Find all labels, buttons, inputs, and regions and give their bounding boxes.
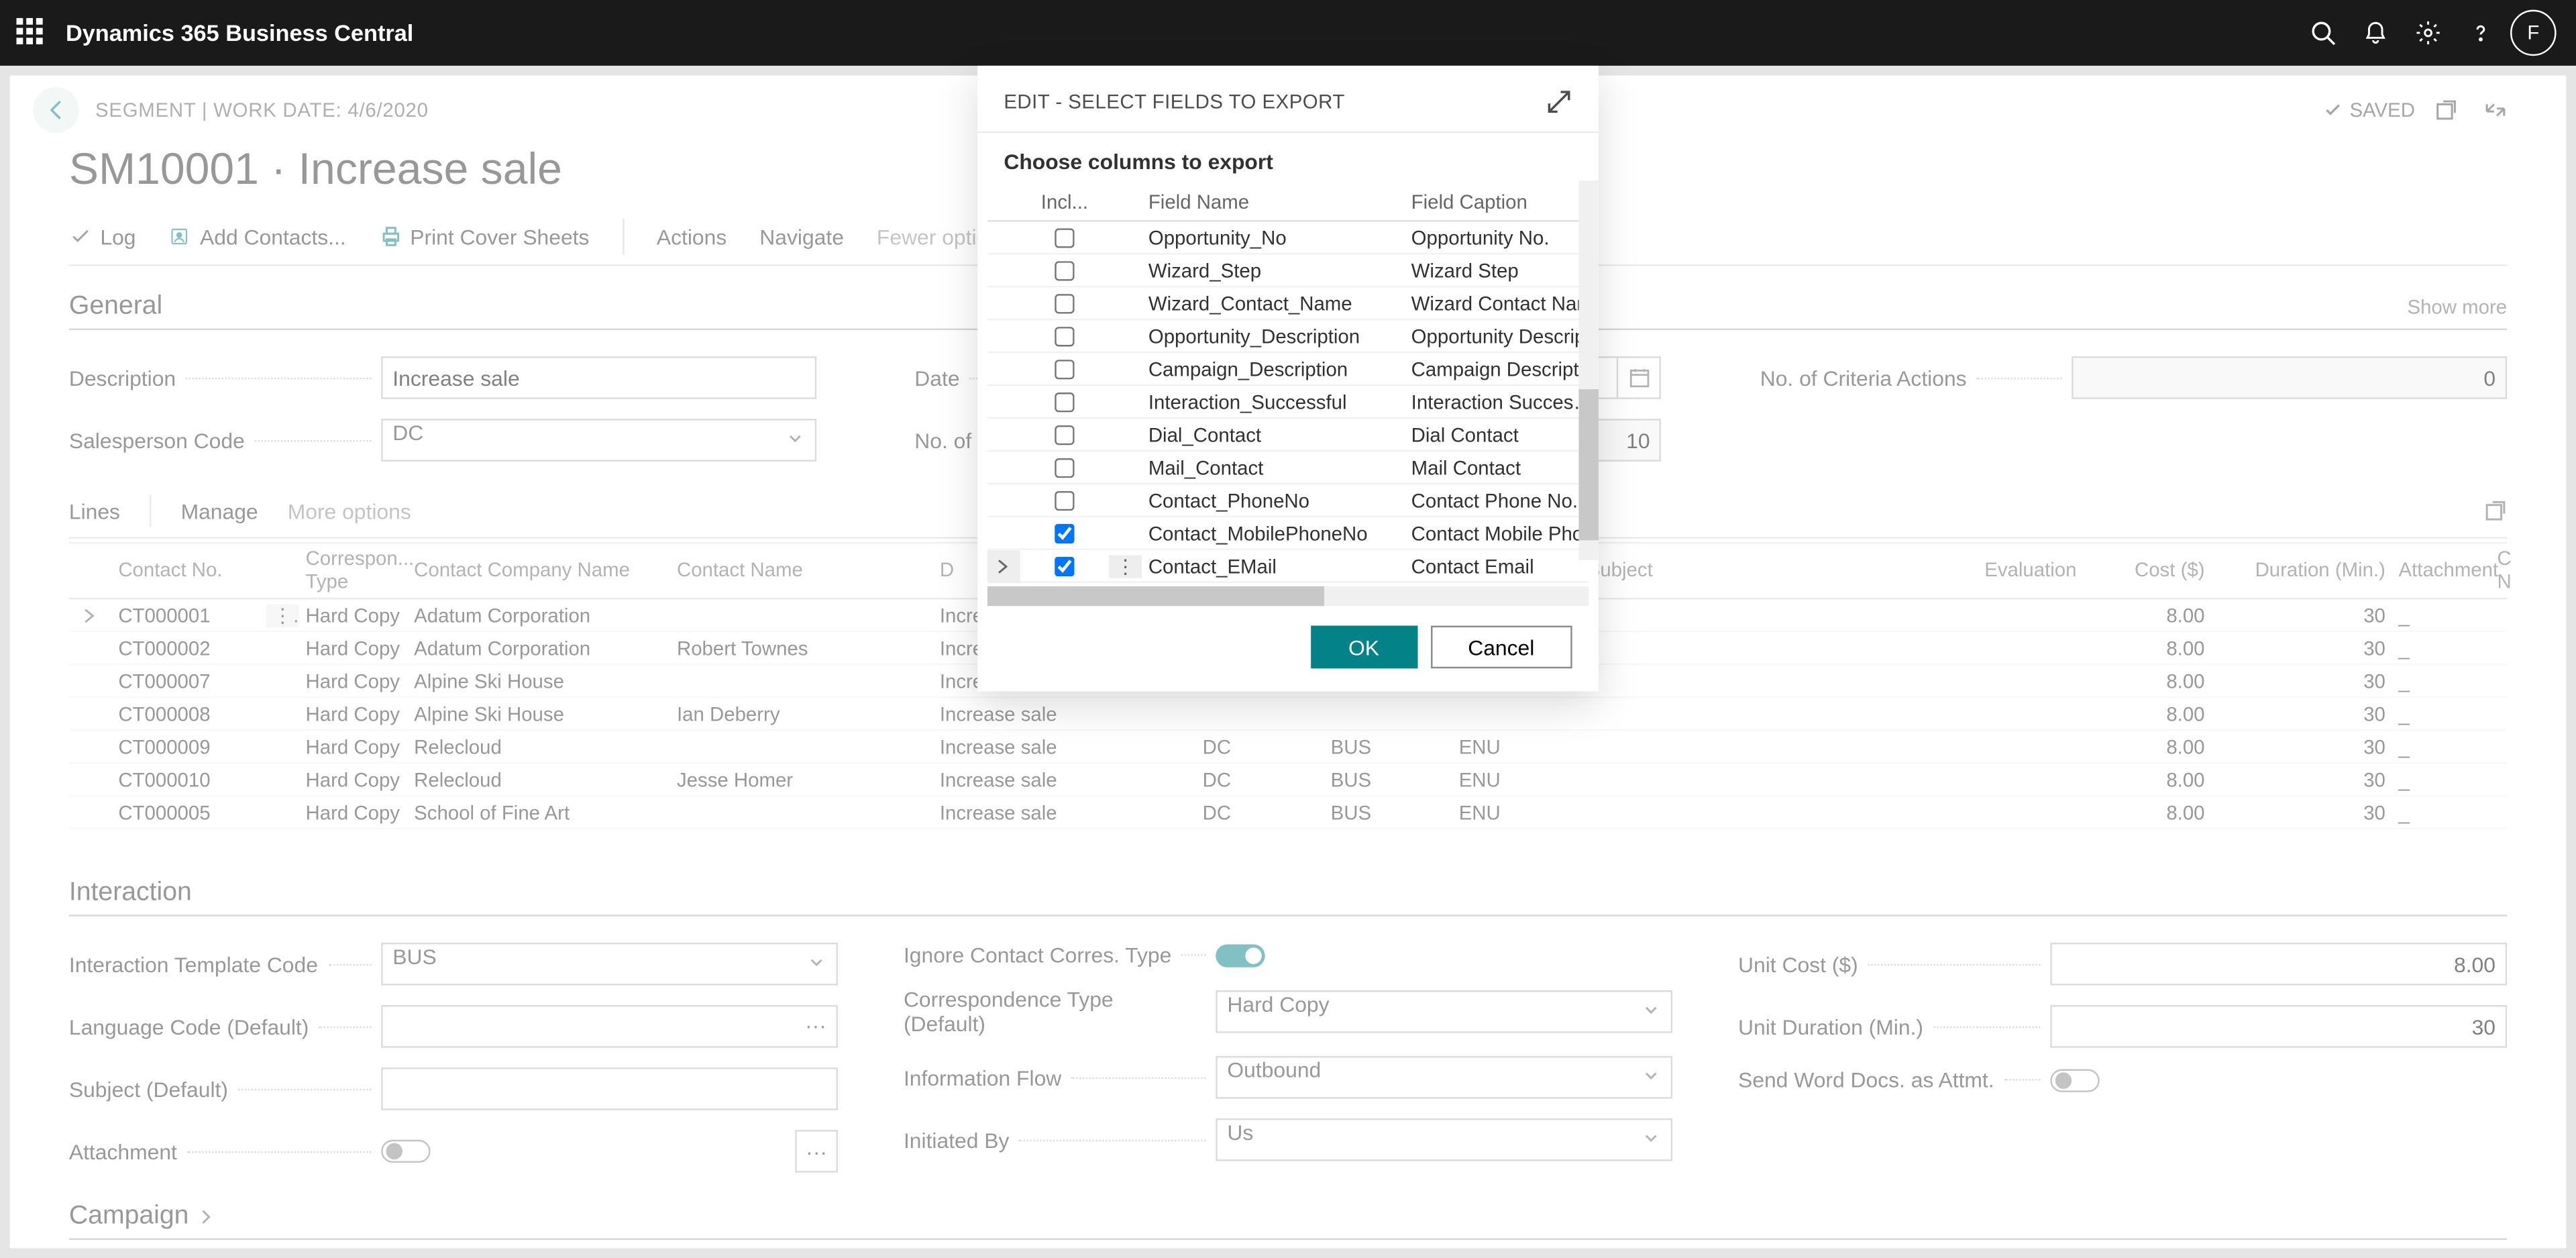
modal-row[interactable]: Contact_PhoneNoContact Phone No.	[987, 484, 1589, 517]
modal-row[interactable]: Interaction_SuccessfulInteraction Succes…	[987, 386, 1589, 419]
include-checkbox[interactable]	[1055, 524, 1074, 543]
include-checkbox[interactable]	[1055, 392, 1074, 412]
gear-icon[interactable]	[2402, 0, 2454, 66]
include-checkbox[interactable]	[1055, 425, 1074, 445]
include-checkbox[interactable]	[1055, 557, 1074, 576]
include-checkbox[interactable]	[1055, 327, 1074, 346]
modal-row[interactable]: Mail_ContactMail Contact	[987, 452, 1589, 484]
export-fields-modal: EDIT - SELECT FIELDS TO EXPORT Choose co…	[977, 66, 1599, 692]
modal-row[interactable]: Opportunity_NoOpportunity No.	[987, 221, 1589, 254]
modal-row[interactable]: ⋮Contact_EMailContact Email	[987, 550, 1589, 583]
modal-vscrollbar[interactable]	[1578, 180, 1598, 560]
include-checkbox[interactable]	[1055, 261, 1074, 280]
cancel-button[interactable]: Cancel	[1430, 626, 1572, 669]
modal-row[interactable]: Campaign_DescriptionCampaign Descriptic	[987, 353, 1589, 386]
modal-grid-header: Incl... Field Name Field Caption	[987, 180, 1589, 221]
search-icon[interactable]	[2297, 0, 2349, 66]
product-title: Dynamics 365 Business Central	[66, 19, 413, 46]
include-checkbox[interactable]	[1055, 360, 1074, 379]
include-checkbox[interactable]	[1055, 294, 1074, 313]
include-checkbox[interactable]	[1055, 228, 1074, 248]
avatar-initial: F	[2527, 21, 2539, 44]
avatar[interactable]: F	[2507, 0, 2559, 66]
top-bar: Dynamics 365 Business Central F	[0, 0, 2576, 66]
include-checkbox[interactable]	[1055, 458, 1074, 478]
modal-row[interactable]: Wizard_StepWizard Step	[987, 254, 1589, 287]
modal-row[interactable]: Dial_ContactDial Contact	[987, 419, 1589, 452]
modal-row[interactable]: Contact_MobilePhoneNoContact Mobile Phon	[987, 517, 1589, 550]
modal-title: EDIT - SELECT FIELDS TO EXPORT	[1004, 91, 1344, 113]
modal-row[interactable]: Wizard_Contact_NameWizard Contact Nam	[987, 287, 1589, 320]
help-icon[interactable]	[2455, 0, 2507, 66]
include-checkbox[interactable]	[1055, 491, 1074, 511]
modal-hscrollbar[interactable]	[987, 586, 1589, 606]
modal-expand-icon[interactable]	[1546, 89, 1572, 115]
bell-icon[interactable]	[2349, 0, 2402, 66]
app-launcher-icon[interactable]	[16, 18, 46, 48]
modal-subtitle: Choose columns to export	[977, 133, 1599, 180]
modal-row[interactable]: Opportunity_DescriptionOpportunity Descr…	[987, 320, 1589, 353]
ok-button[interactable]: OK	[1311, 626, 1417, 669]
